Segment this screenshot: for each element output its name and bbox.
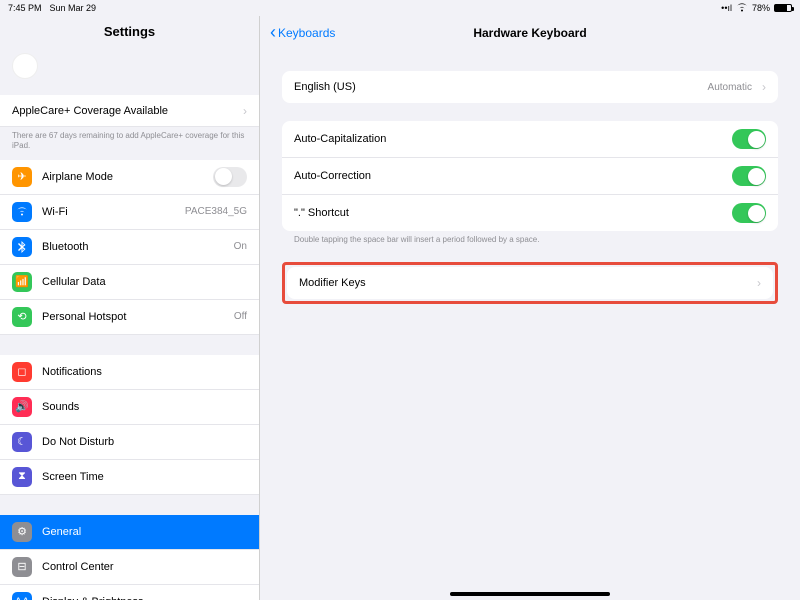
chevron-right-icon: › xyxy=(757,276,761,290)
bluetooth-row[interactable]: Bluetooth On xyxy=(0,230,259,265)
cellular-settings-icon: 📶 xyxy=(12,272,32,292)
applecare-row[interactable]: AppleCare+ Coverage Available › xyxy=(0,95,259,127)
profile-avatar[interactable] xyxy=(12,53,38,79)
hourglass-icon: ⧗ xyxy=(12,467,32,487)
battery-pct: 78% xyxy=(752,3,770,13)
bluetooth-icon xyxy=(12,237,32,257)
screentime-row[interactable]: ⧗ Screen Time xyxy=(0,460,259,495)
gear-icon: ⚙ xyxy=(12,522,32,542)
content-pane: ‹ Keyboards Hardware Keyboard English (U… xyxy=(260,16,800,600)
applecare-note: There are 67 days remaining to add Apple… xyxy=(0,127,259,160)
battery-icon xyxy=(774,4,792,12)
auto-cap-toggle[interactable] xyxy=(732,129,766,149)
chevron-right-icon: › xyxy=(243,104,247,118)
period-shortcut-row[interactable]: "." Shortcut xyxy=(282,195,778,231)
wifi-icon xyxy=(736,3,748,14)
wifi-settings-icon xyxy=(12,202,32,222)
home-indicator[interactable] xyxy=(450,592,610,596)
chevron-right-icon: › xyxy=(762,80,766,94)
display-row[interactable]: AA Display & Brightness xyxy=(0,585,259,600)
applecare-label: AppleCare+ Coverage Available xyxy=(12,105,237,117)
period-shortcut-toggle[interactable] xyxy=(732,203,766,223)
auto-correct-row[interactable]: Auto-Correction xyxy=(282,158,778,195)
cellular-icon: ••ıl xyxy=(721,3,732,13)
moon-icon: ☾ xyxy=(12,432,32,452)
sliders-icon: ⊟ xyxy=(12,557,32,577)
status-time: 7:45 PM xyxy=(8,3,42,13)
airplane-icon: ✈ xyxy=(12,167,32,187)
sounds-row[interactable]: 🔊 Sounds xyxy=(0,390,259,425)
shortcut-note: Double tapping the space bar will insert… xyxy=(282,231,778,244)
airplane-toggle[interactable] xyxy=(213,167,247,187)
hotspot-row[interactable]: ⟲ Personal Hotspot Off xyxy=(0,300,259,335)
status-date: Sun Mar 29 xyxy=(50,3,97,13)
language-row[interactable]: English (US) Automatic › xyxy=(282,71,778,103)
notifications-row[interactable]: ◻ Notifications xyxy=(0,355,259,390)
auto-correct-toggle[interactable] xyxy=(732,166,766,186)
wifi-row[interactable]: Wi-Fi PACE384_5G xyxy=(0,195,259,230)
display-icon: AA xyxy=(12,592,32,600)
airplane-mode-row[interactable]: ✈ Airplane Mode xyxy=(0,160,259,195)
page-title: Hardware Keyboard xyxy=(260,26,800,40)
settings-title: Settings xyxy=(0,16,259,49)
modifier-keys-row[interactable]: Modifier Keys › xyxy=(287,267,773,299)
notifications-icon: ◻ xyxy=(12,362,32,382)
highlight-box: Modifier Keys › xyxy=(282,262,778,304)
nav-bar: ‹ Keyboards Hardware Keyboard xyxy=(260,16,800,53)
status-bar: 7:45 PM Sun Mar 29 ••ıl 78% xyxy=(0,0,800,16)
general-row[interactable]: ⚙ General xyxy=(0,515,259,550)
auto-cap-row[interactable]: Auto-Capitalization xyxy=(282,121,778,158)
control-center-row[interactable]: ⊟ Control Center xyxy=(0,550,259,585)
back-button[interactable]: ‹ Keyboards xyxy=(270,22,335,43)
dnd-row[interactable]: ☾ Do Not Disturb xyxy=(0,425,259,460)
sidebar: Settings AppleCare+ Coverage Available ›… xyxy=(0,16,260,600)
sounds-icon: 🔊 xyxy=(12,397,32,417)
chevron-left-icon: ‹ xyxy=(270,22,276,43)
cellular-row[interactable]: 📶 Cellular Data xyxy=(0,265,259,300)
hotspot-icon: ⟲ xyxy=(12,307,32,327)
